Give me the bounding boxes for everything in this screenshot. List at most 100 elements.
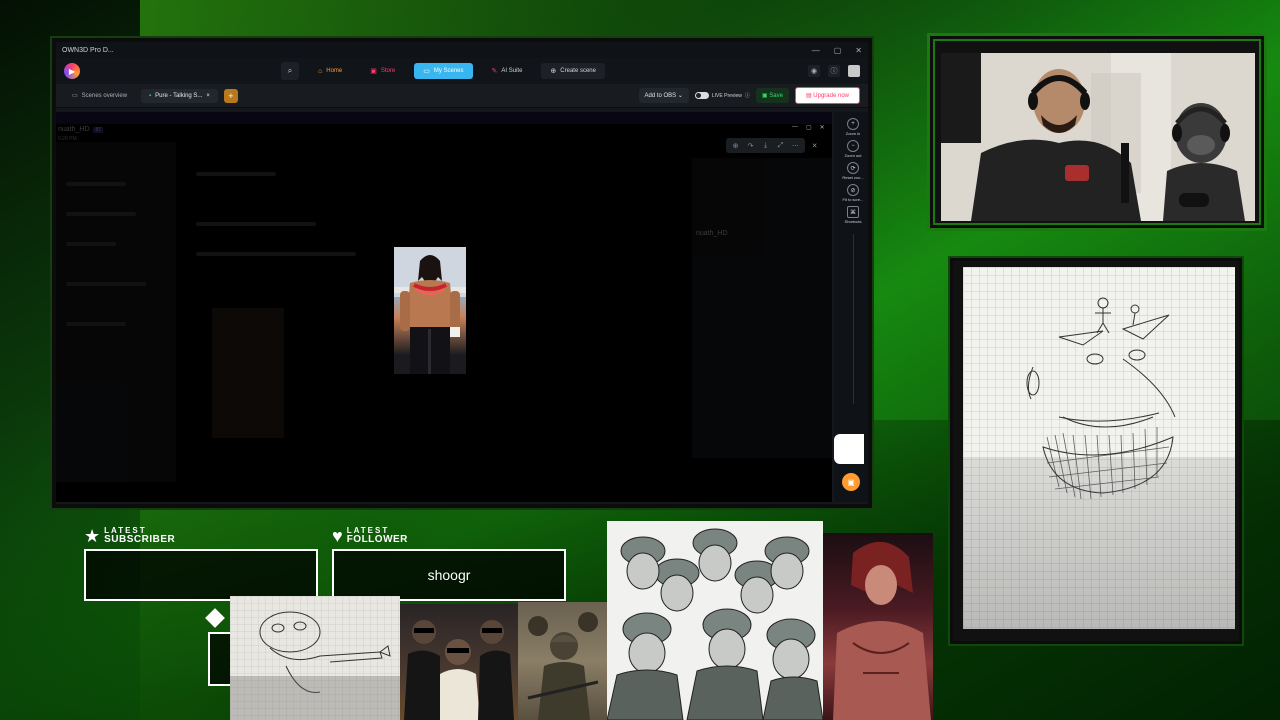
add-to-obs-button[interactable]: Add to OBS ⌄ [638, 88, 689, 103]
ghost-text-line [196, 172, 276, 176]
close-window-button[interactable]: ✕ [855, 46, 862, 55]
maximize-icon[interactable]: ▢ [806, 124, 812, 131]
latest-subscriber-big: SUBSCRIBER [104, 534, 176, 545]
tab-active-scene[interactable]: ▪ Pure - Talking S... × [141, 88, 218, 103]
search-icon[interactable]: ⌕ [281, 62, 299, 80]
latest-subscriber-titles: LATEST SUBSCRIBER [104, 527, 175, 545]
collage-war-monkey-image [518, 602, 608, 720]
sketch-drawing [230, 611, 400, 720]
latest-follower-header: ♥ LATEST FOLLOWER [332, 526, 408, 546]
upgrade-button[interactable]: ▤ Upgrade now [794, 87, 860, 104]
top-navigation: ▶ ⌕ ⌂ Home ▣ Store ▭ My Scenes ✎ AI Suit… [56, 58, 868, 84]
canvas-toolbar: ⊕ ↷ ⤓ ⤢ ⋯ ✕ [726, 138, 820, 153]
plus-circle-icon: ⊕ [550, 68, 557, 75]
tab-scenes-overview[interactable]: ▭ Scenes overview [64, 88, 135, 103]
collage-mafia-monkeys-image [400, 604, 518, 720]
minimize-button[interactable]: — [812, 46, 820, 55]
paper-shadow [963, 457, 1235, 629]
graph-paper-drawing [963, 267, 1235, 629]
eye-icon[interactable]: ◉ [808, 65, 820, 77]
wrestler-image[interactable] [394, 247, 466, 374]
live-preview-toggle[interactable]: LIVE Preview ⓘ [694, 92, 750, 99]
tool-label: Zoom in [845, 131, 861, 136]
info-icon: ⓘ [744, 93, 750, 99]
chat-icon: ▣ [847, 477, 855, 487]
nav-ai-suite-label: AI Suite [501, 68, 523, 74]
tab-scenes-overview-label: Scenes overview [81, 92, 128, 99]
help-button[interactable]: ▣ [842, 473, 860, 491]
collage-anime-character-image [823, 533, 933, 720]
anime-character [833, 541, 931, 720]
zoom-in-icon: + [846, 118, 859, 130]
ghost-username: nuath_HD 87 [58, 126, 104, 133]
shortcuts-tool[interactable]: ⌘ Shortcuts [845, 206, 861, 224]
nav-ai-suite[interactable]: ✎ AI Suite [483, 63, 532, 79]
tab-active-scene-label: Pure - Talking S... [155, 92, 203, 99]
info-icon[interactable]: ⓘ [828, 65, 840, 77]
add-tab-button[interactable]: + [223, 88, 238, 103]
nav-store[interactable]: ▣ Store [361, 63, 404, 79]
play-logo-icon[interactable]: ▶ [64, 63, 80, 79]
zoom-in-tool[interactable]: + Zoom in [846, 118, 860, 136]
wrestler-figure [394, 247, 466, 374]
upgrade-label: Upgrade now [813, 93, 849, 99]
save-button[interactable]: ▣ Save [755, 88, 789, 103]
scene-preview-canvas[interactable]: nuath_HD 87 0:28 PM nuath_HD — ▢ ✕ ⊕ ↷ ⤓… [56, 112, 832, 502]
scene-tab-bar: ▭ Scenes overview ▪ Pure - Talking S... … [56, 84, 868, 108]
close-icon[interactable]: ✕ [809, 140, 820, 151]
fit-screen-tool[interactable]: ⊘ Fit to scre... [842, 184, 864, 202]
save-label: Save [769, 93, 783, 99]
zoom-in-icon[interactable]: ⊕ [730, 140, 741, 151]
ghost-text-line [66, 322, 126, 326]
redo-icon[interactable]: ↷ [745, 140, 756, 151]
shortcuts-icon: ⌘ [847, 206, 859, 218]
fit-screen-icon: ⊘ [847, 184, 859, 196]
tool-label: Fit to scre... [842, 197, 864, 202]
tab-close-button[interactable]: × [206, 93, 210, 99]
avatar[interactable] [848, 65, 860, 77]
ghost-text-line [66, 282, 146, 286]
ghost-text-line [196, 222, 316, 226]
more-icon[interactable]: ⋯ [790, 140, 801, 151]
reset-zoom-tool[interactable]: ⟳ Reset zoo... [842, 162, 864, 180]
nav-my-scenes-label: My Scenes [433, 68, 464, 74]
panel-divider [852, 234, 854, 404]
add-to-obs-label: Add to OBS [644, 93, 677, 99]
heart-icon: ♥ [332, 526, 343, 546]
folder-icon: ▭ [423, 68, 430, 75]
app-window: OWN3D Pro D... — ▢ ✕ ▶ ⌕ ⌂ Home ▣ Store … [52, 38, 872, 508]
zoom-out-tool[interactable]: − Zoom out [844, 140, 862, 158]
chat-widget[interactable] [834, 434, 864, 464]
latest-subscriber-header: ★ LATEST SUBSCRIBER [84, 526, 175, 546]
chevron-down-icon: ⌄ [677, 93, 683, 99]
nav-home[interactable]: ⌂ Home [309, 64, 351, 79]
drawing-cam-frame [950, 258, 1242, 644]
tab-bar-actions: Add to OBS ⌄ LIVE Preview ⓘ ▣ Save ▤ Upg… [638, 87, 860, 104]
ghost-image [212, 308, 284, 438]
nav-my-scenes[interactable]: ▭ My Scenes [414, 63, 473, 79]
star-icon: ★ [84, 526, 101, 546]
window-controls: — ▢ ✕ [812, 46, 862, 55]
canvas-window-controls: — ▢ ✕ [792, 124, 825, 131]
ghost-text-line [196, 252, 356, 256]
latest-follower-box: shoogr [332, 549, 566, 601]
latest-follower-big: FOLLOWER [346, 534, 408, 545]
expand-icon[interactable]: ⤢ [775, 140, 786, 151]
soldier-monkeys [607, 528, 823, 720]
folder-icon: ▭ [72, 93, 78, 99]
scene-thumb-icon: ▪ [149, 92, 152, 99]
toggle-switch[interactable] [694, 92, 709, 99]
maximize-button[interactable]: ▢ [834, 46, 842, 55]
tool-label: Zoom out [844, 153, 862, 158]
ghost-profile-name: nuath_HD [696, 230, 728, 237]
download-icon[interactable]: ⤓ [760, 140, 771, 151]
create-scene-button[interactable]: ⊕ Create scene [541, 63, 605, 79]
war-monkey [527, 612, 599, 720]
wand-icon: ✎ [491, 68, 498, 75]
nav-home-label: Home [326, 68, 343, 74]
webcam-frame [930, 36, 1264, 228]
collage-soldier-monkeys-image [607, 521, 823, 720]
close-icon[interactable]: ✕ [820, 124, 825, 131]
nav-right-icons: ◉ ⓘ [808, 65, 860, 77]
minimize-icon[interactable]: — [792, 124, 798, 131]
